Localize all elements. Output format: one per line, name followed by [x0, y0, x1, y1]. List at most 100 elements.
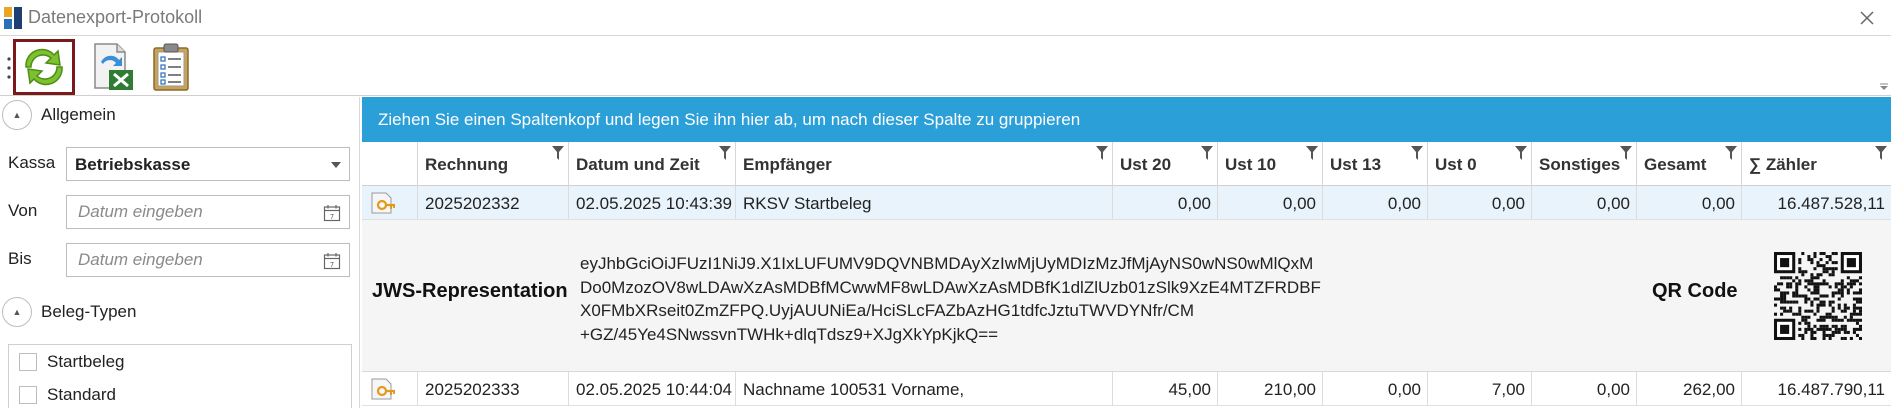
cell-ust10[interactable]: 210,00	[1217, 372, 1322, 406]
jws-value: eyJhbGciOiJFUzI1NiJ9.X1IxLUFUMV9DQVNBMDA…	[580, 252, 1340, 346]
bis-date-field: 7	[66, 243, 350, 277]
cell-gesamt[interactable]: 262,00	[1636, 372, 1741, 406]
cell-empfaenger[interactable]: Nachname 100531 Vorname,	[735, 372, 1112, 406]
cell-sonstiges[interactable]: 0,00	[1531, 186, 1636, 220]
cell-rechnung[interactable]: 2025202333	[417, 372, 568, 406]
chevron-up-icon: ▲	[12, 307, 22, 317]
filter-icon[interactable]	[1875, 146, 1887, 160]
cell-text: 210,00	[1264, 380, 1316, 399]
cell-zaehler[interactable]: 16.487.528,11	[1741, 186, 1891, 220]
table-row[interactable]: 2025202332 02.05.2025 10:43:39 RKSV Star…	[362, 186, 1891, 220]
checkbox[interactable]	[19, 353, 37, 371]
cell-datum[interactable]: 02.05.2025 10:44:04	[568, 372, 735, 406]
key-document-icon	[371, 192, 395, 214]
column-header-label: Ust 13	[1330, 155, 1382, 174]
cell-empfaenger[interactable]: RKSV Startbeleg	[735, 186, 1112, 220]
calendar-icon[interactable]: 7	[323, 252, 341, 270]
cell-ust13[interactable]: 0,00	[1322, 186, 1427, 220]
filter-icon[interactable]	[1515, 146, 1527, 160]
cell-zaehler[interactable]: 16.487.790,11	[1741, 372, 1891, 406]
filter-icon[interactable]	[719, 146, 731, 160]
collapse-general-button[interactable]: ▲	[2, 100, 32, 130]
cell-ust20[interactable]: 0,00	[1112, 186, 1217, 220]
close-icon[interactable]	[1853, 4, 1881, 32]
beleg-type-standard[interactable]: Standard	[19, 382, 319, 408]
toolbar-grip-icon[interactable]	[7, 55, 11, 81]
bis-date-input[interactable]	[68, 245, 308, 275]
cell-text: RKSV Startbeleg	[743, 194, 872, 213]
cell-text: 0,00	[1177, 194, 1211, 213]
column-header-datum[interactable]: Datum und Zeit	[568, 142, 735, 186]
filter-icon[interactable]	[1096, 146, 1108, 160]
toolbar-overflow-icon[interactable]	[1879, 83, 1889, 91]
cell-ust13[interactable]: 0,00	[1322, 372, 1427, 406]
kassa-select[interactable]: Betriebskasse	[66, 147, 350, 181]
column-header-ust13[interactable]: Ust 13	[1322, 142, 1427, 186]
jws-line: eyJhbGciOiJFUzI1NiJ9.X1IxLUFUMV9DQVNBMDA…	[580, 254, 1314, 273]
column-header-label: Datum und Zeit	[576, 155, 700, 174]
cell-text: 0,00	[1387, 380, 1421, 399]
kassa-select-value: Betriebskasse	[75, 155, 191, 174]
cell-ust10[interactable]: 0,00	[1217, 186, 1322, 220]
von-date-input[interactable]	[68, 197, 308, 227]
cell-gesamt[interactable]: 0,00	[1636, 186, 1741, 220]
column-header-ust20[interactable]: Ust 20	[1112, 142, 1217, 186]
column-header-label: Ust 10	[1225, 155, 1277, 174]
collapse-beleg-button[interactable]: ▲	[2, 297, 32, 327]
row-indicator[interactable]	[362, 372, 417, 406]
filter-icon[interactable]	[1620, 146, 1632, 160]
cell-text: 2025202333	[425, 380, 520, 399]
toolbar	[0, 37, 1891, 96]
column-header-ust10[interactable]: Ust 10	[1217, 142, 1322, 186]
filter-icon[interactable]	[1306, 146, 1318, 160]
column-header-label: Empfänger	[743, 155, 832, 174]
section-general-title: Allgemein	[41, 105, 116, 124]
section-general-header[interactable]: ▲ Allgemein	[0, 97, 360, 131]
cell-sonstiges[interactable]: 0,00	[1531, 372, 1636, 406]
cell-text: 7,00	[1491, 380, 1525, 399]
svg-text:7: 7	[330, 261, 334, 269]
column-header-empfaenger[interactable]: Empfänger	[735, 142, 1112, 186]
refresh-button[interactable]	[13, 39, 75, 95]
column-header-ust0[interactable]: Ust 0	[1427, 142, 1531, 186]
cell-ust20[interactable]: 45,00	[1112, 372, 1217, 406]
grid-header-row: Rechnung Datum und Zeit Empfänger Ust 20…	[362, 142, 1891, 186]
refresh-icon	[25, 48, 63, 86]
row-indicator[interactable]	[362, 186, 417, 220]
report-button[interactable]	[140, 39, 202, 95]
row-indicator-header	[362, 142, 417, 186]
cell-ust0[interactable]: 7,00	[1427, 372, 1531, 406]
calendar-icon[interactable]: 7	[323, 204, 341, 222]
cell-datum[interactable]: 02.05.2025 10:43:39	[568, 186, 735, 220]
filter-icon[interactable]	[1201, 146, 1213, 160]
filter-icon[interactable]	[1725, 146, 1737, 160]
von-label: Von	[8, 201, 38, 220]
jws-line: Do0MzozOV8wLDAwXzAsMDBfMCwwMF8wLDAwXzAsM…	[580, 277, 1321, 297]
cell-text: 16.487.790,11	[1777, 380, 1885, 399]
beleg-type-startbeleg[interactable]: Startbeleg	[19, 349, 319, 375]
column-header-gesamt[interactable]: Gesamt	[1636, 142, 1741, 186]
checkbox[interactable]	[19, 386, 37, 404]
section-beleg-header[interactable]: ▲ Beleg-Typen	[0, 294, 360, 328]
kassa-label: Kassa	[8, 153, 56, 172]
cell-text: 16.487.528,11	[1777, 194, 1885, 213]
clipboard-list-icon	[153, 43, 189, 91]
cell-text: 0,00	[1596, 194, 1630, 213]
column-header-label: Sonstiges	[1539, 155, 1621, 174]
filter-icon[interactable]	[552, 146, 564, 160]
excel-export-button[interactable]	[82, 39, 144, 95]
cell-rechnung[interactable]: 2025202332	[417, 186, 568, 220]
cell-text: 02.05.2025 10:43:39	[576, 194, 732, 213]
checkbox-label: Startbeleg	[47, 352, 125, 371]
group-by-panel[interactable]: Ziehen Sie einen Spaltenkopf und legen S…	[362, 97, 1891, 142]
column-header-label: Rechnung	[425, 155, 509, 174]
cell-text: 0,00	[1491, 194, 1525, 213]
table-row[interactable]: 2025202333 02.05.2025 10:44:04 Nachname …	[362, 372, 1891, 406]
jws-label: JWS-Representation	[372, 280, 568, 302]
cell-text: 2025202332	[425, 194, 520, 213]
column-header-zaehler[interactable]: ∑ Zähler	[1741, 142, 1891, 186]
column-header-sonstiges[interactable]: Sonstiges	[1531, 142, 1636, 186]
filter-icon[interactable]	[1411, 146, 1423, 160]
cell-ust0[interactable]: 0,00	[1427, 186, 1531, 220]
column-header-rechnung[interactable]: Rechnung	[417, 142, 568, 186]
